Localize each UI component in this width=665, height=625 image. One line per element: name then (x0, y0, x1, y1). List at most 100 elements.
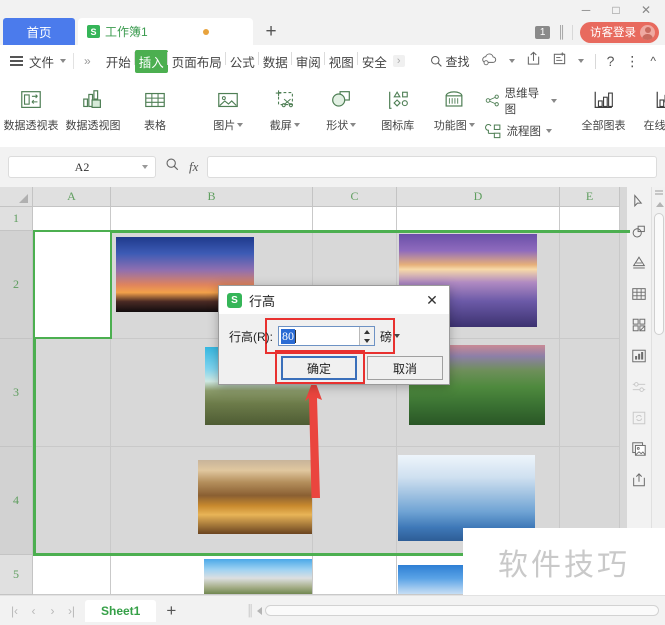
vertical-scroll-thumb[interactable] (654, 213, 664, 335)
tab-list-icon[interactable]: ║ (557, 25, 565, 39)
overflow-left-icon[interactable]: » (81, 54, 94, 68)
new-note-icon[interactable] (552, 51, 567, 71)
column-header-a[interactable]: A (33, 187, 111, 207)
all-charts-button[interactable]: 全部图表 (573, 81, 635, 133)
table-button[interactable]: 表格 (124, 81, 186, 133)
tab-page-layout[interactable]: 页面布局 (166, 50, 226, 73)
ok-button[interactable]: 确定 (281, 356, 357, 380)
first-sheet-button[interactable]: |‹ (6, 604, 23, 618)
horizontal-scroll-thumb[interactable] (265, 605, 659, 616)
cell-b4[interactable] (111, 447, 313, 555)
maximize-button[interactable]: □ (601, 0, 631, 20)
function-insert-label[interactable]: fx (189, 159, 198, 175)
cell-a5[interactable] (33, 555, 111, 595)
sheet-tab-sheet1[interactable]: Sheet1 (85, 599, 157, 622)
venice-canal-night-photo[interactable] (198, 460, 312, 534)
shape-button[interactable]: 形状 (313, 81, 370, 133)
cell-a1[interactable] (33, 207, 111, 231)
cell-a4[interactable] (33, 447, 111, 555)
cell-e1[interactable] (560, 207, 620, 231)
cursor-icon[interactable] (629, 191, 649, 211)
chevron-down-icon[interactable] (577, 59, 584, 63)
alpine-meadow-photo[interactable] (204, 559, 312, 594)
close-button[interactable]: ✕ (631, 0, 661, 20)
guest-login-button[interactable]: 访客登录 (580, 21, 659, 43)
cell-e3[interactable] (560, 339, 620, 447)
pivot-table-button[interactable]: 数据透视表 (0, 81, 62, 133)
tab-data[interactable]: 数据 (257, 50, 292, 73)
file-menu-button[interactable]: 文件 (0, 52, 67, 71)
add-sheet-button[interactable]: + (156, 601, 186, 621)
sliders-icon[interactable] (629, 377, 649, 397)
mindmap-button[interactable]: 思维导图 (485, 85, 557, 117)
cloud-sync-icon[interactable] (481, 52, 498, 71)
minimize-button[interactable]: ─ (571, 0, 601, 20)
cell-d1[interactable] (397, 207, 560, 231)
column-header-e[interactable]: E (560, 187, 620, 207)
cell-b5[interactable] (111, 555, 313, 595)
share-icon[interactable] (526, 51, 541, 71)
stepper-down-button[interactable] (360, 336, 374, 345)
column-header-c[interactable]: C (313, 187, 397, 207)
chevron-down-icon[interactable] (508, 59, 515, 63)
collapse-ribbon-icon[interactable]: ^ (650, 54, 656, 68)
pivot-chart-button[interactable]: 数据透视图 (62, 81, 124, 133)
formula-input[interactable] (207, 156, 657, 178)
tab-view[interactable]: 视图 (323, 50, 358, 73)
scroll-split-grip[interactable]: ║ (246, 605, 254, 617)
row-header-3[interactable]: 3 (0, 339, 33, 447)
tab-overflow-right[interactable]: › (392, 55, 405, 67)
icon-library-button[interactable]: 图标库 (370, 81, 427, 133)
row-height-stepper[interactable]: 80 (278, 326, 375, 346)
image-icon[interactable] (629, 439, 649, 459)
name-box[interactable]: A2 (8, 156, 156, 178)
prev-sheet-button[interactable]: ‹ (25, 604, 42, 618)
workbook-tab[interactable]: S 工作簿1 (78, 18, 253, 45)
cell-e2[interactable] (560, 231, 620, 339)
shapes-icon[interactable] (629, 222, 649, 242)
new-document-tab[interactable]: + (253, 18, 289, 45)
next-sheet-button[interactable]: › (44, 604, 61, 618)
unit-dropdown[interactable]: 磅 (380, 328, 401, 345)
row-header-1[interactable]: 1 (0, 207, 33, 231)
screenshot-button[interactable]: 截屏 (257, 81, 314, 133)
split-handle-icon[interactable] (655, 190, 663, 196)
refresh-icon[interactable] (629, 408, 649, 428)
column-header-b[interactable]: B (111, 187, 313, 207)
tab-review[interactable]: 审阅 (290, 50, 325, 73)
tab-start[interactable]: 开始 (102, 50, 135, 73)
row-height-input[interactable]: 80 (279, 327, 359, 345)
scroll-up-arrow-icon[interactable] (655, 202, 664, 207)
find-button[interactable]: 查找 (430, 53, 470, 70)
row-header-4[interactable]: 4 (0, 447, 33, 555)
stepper-buttons[interactable] (359, 327, 374, 345)
stepper-up-button[interactable] (360, 327, 374, 336)
cell-c5[interactable] (313, 555, 397, 595)
tab-security[interactable]: 安全 (356, 50, 391, 73)
table-icon[interactable] (629, 284, 649, 304)
share-icon[interactable] (629, 470, 649, 490)
tab-insert[interactable]: 插入 (133, 49, 168, 73)
chart-icon[interactable] (629, 346, 649, 366)
row-header-2[interactable]: 2 (0, 231, 33, 339)
column-header-d[interactable]: D (397, 187, 560, 207)
online-charts-button[interactable]: 在线图表 (635, 81, 665, 133)
picture-button[interactable]: 图片 (200, 81, 257, 133)
function-chart-button[interactable]: 功能图 (426, 81, 483, 133)
cancel-button[interactable]: 取消 (367, 356, 443, 380)
close-icon[interactable]: ✕ (421, 289, 443, 311)
more-options-icon[interactable]: ⋮ (625, 53, 639, 68)
cell-c4[interactable] (313, 447, 397, 555)
help-icon[interactable]: ? (607, 53, 615, 69)
search-icon[interactable] (165, 157, 180, 177)
cell-c1[interactable] (313, 207, 397, 231)
word-art-icon[interactable] (629, 253, 649, 273)
horizontal-scrollbar[interactable] (257, 605, 659, 617)
tab-count-badge[interactable]: 1 (534, 25, 551, 39)
last-sheet-button[interactable]: ›| (63, 604, 80, 618)
cell-b1[interactable] (111, 207, 313, 231)
select-all-corner[interactable] (0, 187, 33, 207)
tab-formulas[interactable]: 公式 (224, 50, 259, 73)
flowchart-button[interactable]: 流程图 (484, 123, 557, 140)
row-header-5[interactable]: 5 (0, 555, 33, 595)
